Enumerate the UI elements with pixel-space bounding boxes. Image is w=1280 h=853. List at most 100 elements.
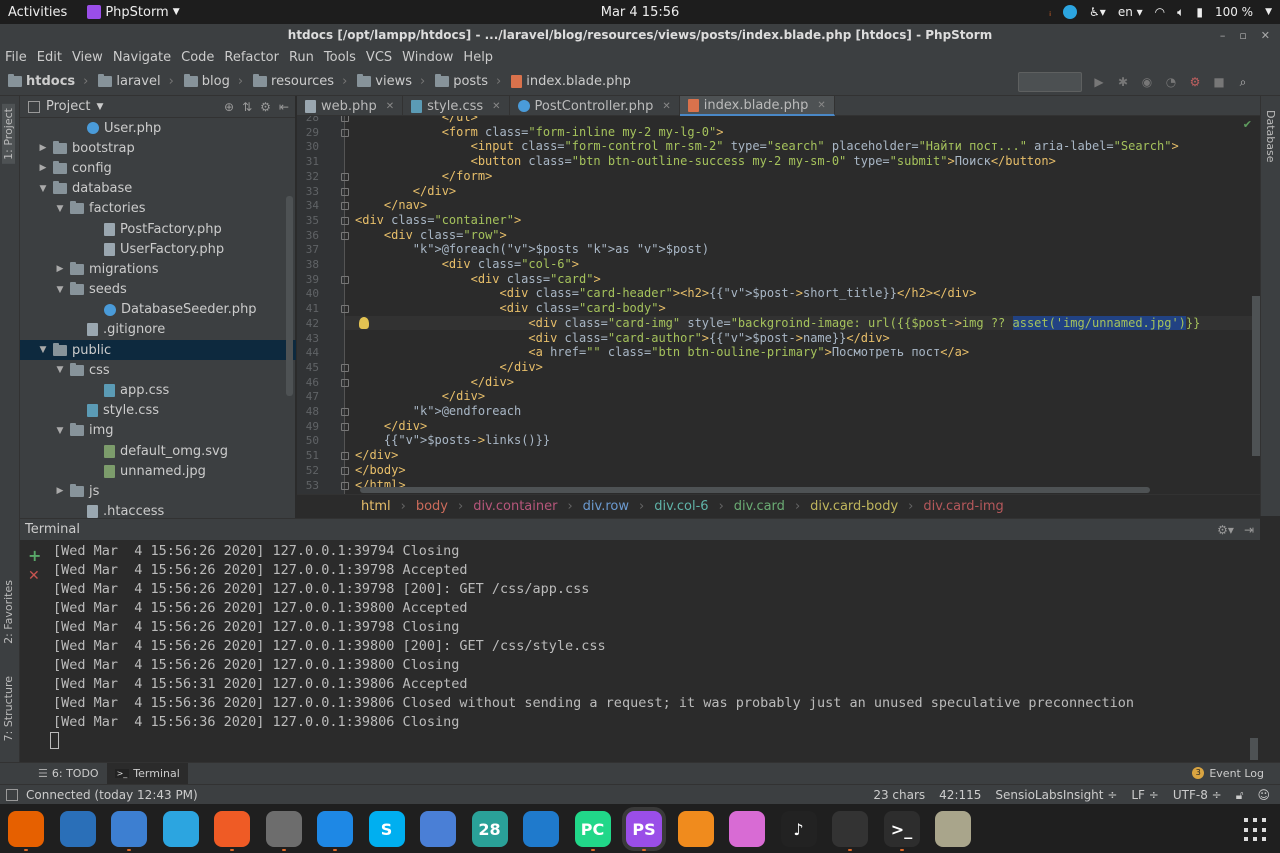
code-line[interactable]: {{"v">$posts->links()}} — [355, 433, 550, 448]
breadcrumb-item[interactable]: div.card-body — [810, 499, 898, 514]
lock-icon[interactable]: 🔓︎ — [1236, 788, 1244, 803]
code-line[interactable]: </div> — [355, 184, 456, 199]
fold-marker-icon[interactable] — [341, 128, 349, 137]
music-icon[interactable]: ♪ — [780, 811, 817, 847]
language-indicator[interactable]: en ▾ — [1118, 5, 1143, 19]
editor-gutter[interactable]: 28 29 30 31 32 33 34 35 36 37 38 39 40 41 42 43 44 45 46 47… — [297, 116, 349, 494]
editor-scrollbar[interactable] — [1252, 296, 1260, 456]
fold-marker-icon[interactable] — [341, 202, 349, 211]
fold-marker-icon[interactable] — [341, 187, 349, 196]
code-line[interactable]: <a href="" class="btn btn-ouline-primary… — [355, 345, 969, 360]
project-view-label[interactable]: Project — [46, 99, 90, 114]
skype-icon[interactable]: S — [368, 811, 405, 847]
tab-postcontroller-php[interactable]: PostController.php ✕ — [510, 96, 680, 116]
code-line[interactable]: <div class="card-author">{{"v">$post->na… — [355, 331, 889, 346]
tree-item[interactable]: User.php — [20, 118, 296, 138]
tree-item[interactable]: ▶ bootstrap — [20, 138, 296, 158]
code-line[interactable]: <button class="btn btn-outline-success m… — [355, 154, 1056, 169]
show-applications-icon[interactable] — [1244, 818, 1268, 842]
volume-icon[interactable]: 🔈︎ — [1177, 5, 1184, 20]
tree-item[interactable]: unnamed.jpg — [20, 461, 296, 481]
editor-horizontal-scrollbar[interactable] — [360, 487, 1150, 493]
tree-item[interactable]: default_omg.svg — [20, 441, 296, 461]
breadcrumb-item[interactable]: body — [416, 499, 448, 514]
fold-marker-icon[interactable] — [341, 116, 349, 122]
event-log-tool-tab[interactable]: 3 Event Log — [1192, 762, 1264, 784]
expanded-arrow-icon[interactable]: ▼ — [37, 184, 49, 194]
status-toggle-icon[interactable] — [6, 788, 18, 801]
run-configuration-select[interactable] — [1018, 72, 1082, 92]
expanded-arrow-icon[interactable]: ▼ — [54, 285, 66, 295]
breadcrumb-item[interactable]: div.col-6 — [654, 499, 708, 514]
project-scrollbar[interactable] — [286, 196, 293, 396]
files-icon[interactable] — [111, 811, 147, 847]
collapsed-arrow-icon[interactable]: ▶ — [37, 143, 49, 153]
postman-icon[interactable] — [214, 811, 250, 847]
fold-marker-icon[interactable] — [341, 378, 349, 387]
telegram-icon[interactable] — [162, 811, 199, 847]
close-icon[interactable]: ✕ — [662, 101, 670, 112]
tree-item[interactable]: ▼ factories — [20, 199, 296, 219]
menu-edit[interactable]: Edit — [32, 50, 67, 65]
terminal-icon[interactable]: >_ — [883, 811, 920, 847]
structure-tool-tab[interactable]: 7: Structure — [2, 676, 15, 741]
tree-item[interactable]: ▼ seeds — [20, 280, 296, 300]
code-line[interactable]: </ul> — [355, 116, 478, 125]
coverage-icon[interactable]: ◉ — [1140, 75, 1154, 89]
chevron-down-icon[interactable]: ▼ — [96, 102, 103, 112]
code-line[interactable]: "k">@endforeach — [355, 404, 521, 419]
code-line[interactable]: </div> — [355, 448, 398, 463]
menu-refactor[interactable]: Refactor — [219, 50, 284, 65]
maximize-icon[interactable]: ▫ — [1239, 29, 1246, 42]
nav-crumb-laravel[interactable]: laravel › — [98, 74, 174, 89]
favorites-tool-tab[interactable]: 2: Favorites — [2, 580, 15, 644]
minimize-icon[interactable]: – — [1220, 29, 1226, 42]
code-line[interactable]: <div class="card-header"><h2>{{"v">$post… — [355, 286, 977, 301]
tree-item[interactable]: ▼ database — [20, 179, 296, 199]
tree-item[interactable]: UserFactory.php — [20, 239, 296, 259]
tab-style-css[interactable]: style.css ✕ — [403, 96, 510, 116]
line-separator[interactable]: LF ÷ — [1131, 788, 1158, 802]
menu-tools[interactable]: Tools — [319, 50, 361, 65]
fold-marker-icon[interactable] — [341, 216, 349, 225]
code-line[interactable]: </div> — [355, 375, 514, 390]
breadcrumb-item[interactable]: html — [361, 499, 391, 514]
collapse-icon[interactable]: ⇅ — [242, 100, 252, 114]
project-tool-tab[interactable]: 1: Project — [2, 104, 15, 164]
tree-item[interactable]: DatabaseSeeder.php — [20, 300, 296, 320]
close-session-icon[interactable]: ✕ — [28, 568, 40, 584]
menu-navigate[interactable]: Navigate — [108, 50, 176, 65]
code-line[interactable]: <div class="container"> — [355, 213, 521, 228]
nav-crumb-resources[interactable]: resources › — [253, 74, 347, 89]
update-icon[interactable]: ᵢ — [1049, 6, 1051, 19]
hide-icon[interactable]: ⇥ — [1244, 523, 1254, 537]
fold-marker-icon[interactable] — [341, 422, 349, 431]
breadcrumb-item[interactable]: div.card — [734, 499, 785, 514]
terminal-scrollbar[interactable] — [1250, 738, 1258, 760]
fold-marker-icon[interactable] — [341, 305, 349, 314]
thunderbird-icon[interactable] — [59, 811, 96, 847]
terminal-output[interactable]: [Wed Mar 4 15:56:26 2020] 127.0.0.1:3979… — [48, 540, 1250, 762]
tab-index-blade-php[interactable]: index.blade.php ✕ — [679, 96, 835, 116]
nav-crumb-blog[interactable]: blog › — [183, 74, 243, 89]
accessibility-icon[interactable]: ♿▾ — [1089, 5, 1106, 19]
app-menu[interactable]: PhpStorm ▼ — [87, 5, 180, 20]
tree-item[interactable]: ▶ migrations — [20, 259, 296, 279]
tree-item[interactable]: style.css — [20, 401, 296, 421]
fold-marker-icon[interactable] — [341, 452, 349, 461]
close-icon[interactable]: ✕ — [817, 100, 825, 111]
skype-blue-icon[interactable] — [317, 811, 353, 847]
todo-tool-tab[interactable]: ☰ 6: TODO — [30, 763, 107, 785]
status-message[interactable]: Connected (today 12:43 PM) — [26, 788, 198, 802]
monitor-icon[interactable] — [832, 811, 868, 847]
menu-code[interactable]: Code — [176, 50, 219, 65]
fold-marker-icon[interactable] — [341, 466, 349, 475]
fold-marker-icon[interactable] — [341, 408, 349, 416]
menu-run[interactable]: Run — [284, 50, 319, 65]
close-icon[interactable]: ✕ — [1261, 29, 1270, 42]
chevron-down-icon[interactable]: ▼ — [1265, 7, 1272, 17]
wifi-icon[interactable]: ◠ — [1155, 5, 1165, 19]
collapsed-arrow-icon[interactable]: ▶ — [37, 163, 49, 173]
run-icon[interactable]: ▶ — [1092, 75, 1106, 89]
inspector-icon[interactable]: ☺ — [1257, 788, 1270, 802]
